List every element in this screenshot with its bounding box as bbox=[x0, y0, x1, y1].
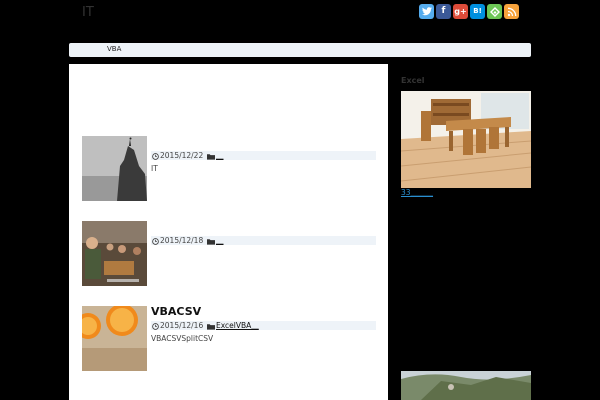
post-excerpt: IT bbox=[151, 164, 158, 173]
post-thumbnail[interactable] bbox=[82, 221, 147, 286]
post-meta: 2015/12/22 ＿ bbox=[151, 151, 376, 160]
main-content: 2015/12/22 ＿ IT 2015/12/18 ＿ VBACSV 2015… bbox=[69, 64, 388, 400]
post-date-text: 2015/12/18 bbox=[160, 236, 204, 245]
post-item: 2015/12/22 ＿ IT bbox=[82, 136, 376, 201]
folder-icon bbox=[207, 238, 215, 245]
post-excerpt: VBACSVSplitCSV bbox=[151, 334, 214, 343]
sidebar-featured-image[interactable] bbox=[401, 91, 531, 188]
post-item: VBACSV 2015/12/16 ExcelVBA＿ VBACSVSplitC… bbox=[82, 305, 376, 371]
category-link[interactable]: ＿ bbox=[216, 151, 224, 160]
clock-icon bbox=[152, 152, 159, 160]
social-buttons: f g+ B! bbox=[419, 4, 519, 19]
clock-icon bbox=[152, 237, 159, 245]
post-category: ＿ bbox=[207, 151, 224, 160]
nav-item-vba[interactable]: VBA bbox=[107, 45, 121, 53]
post-item: 2015/12/18 ＿ bbox=[82, 221, 376, 286]
facebook-icon[interactable]: f bbox=[436, 4, 451, 19]
post-meta: 2015/12/16 ExcelVBA＿ bbox=[151, 321, 376, 330]
post-date: 2015/12/22 bbox=[152, 151, 203, 160]
global-nav: VBA bbox=[69, 43, 531, 57]
sidebar-heading: Excel bbox=[401, 76, 425, 85]
post-thumbnail[interactable] bbox=[82, 306, 147, 371]
folder-icon bbox=[207, 323, 215, 330]
google-plus-icon[interactable]: g+ bbox=[453, 4, 468, 19]
sidebar-image-2[interactable] bbox=[401, 371, 531, 400]
post-date: 2015/12/16 bbox=[152, 321, 203, 330]
feedly-icon[interactable] bbox=[487, 4, 502, 19]
category-link[interactable]: ExcelVBA＿ bbox=[216, 321, 259, 330]
post-date: 2015/12/18 bbox=[152, 236, 203, 245]
hatena-bookmark-icon[interactable]: B! bbox=[470, 4, 485, 19]
post-date-text: 2015/12/16 bbox=[160, 321, 204, 330]
sidebar-article-link[interactable]: 33＿＿＿ bbox=[401, 187, 433, 198]
post-thumbnail[interactable] bbox=[82, 136, 147, 201]
site-title[interactable]: IT bbox=[82, 5, 94, 20]
post-title[interactable]: VBACSV bbox=[151, 305, 201, 318]
twitter-icon[interactable] bbox=[419, 4, 434, 19]
post-category: ExcelVBA＿ bbox=[207, 321, 259, 330]
folder-icon bbox=[207, 153, 215, 160]
post-meta: 2015/12/18 ＿ bbox=[151, 236, 376, 245]
category-link[interactable]: ＿ bbox=[216, 236, 224, 245]
rss-icon[interactable] bbox=[504, 4, 519, 19]
post-category: ＿ bbox=[207, 236, 224, 245]
post-date-text: 2015/12/22 bbox=[160, 151, 204, 160]
clock-icon bbox=[152, 322, 159, 330]
